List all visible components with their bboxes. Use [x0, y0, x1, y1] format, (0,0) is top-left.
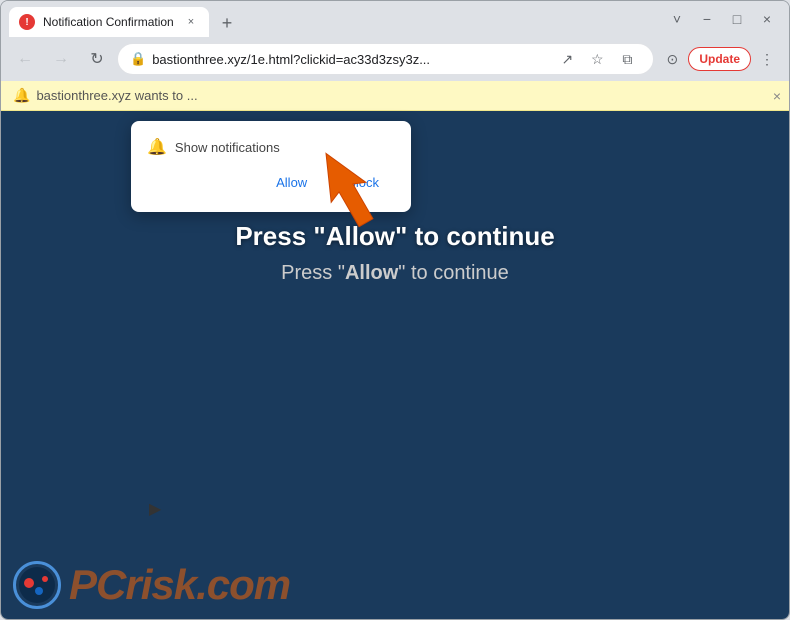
- sub-bold: Allow: [345, 262, 398, 284]
- page-main-text: Press "Allow" to continue Press "Allow" …: [1, 221, 789, 285]
- address-actions: ↗ ☆ ⧉: [553, 45, 641, 73]
- active-tab[interactable]: ! Notification Confirmation ×: [9, 7, 209, 37]
- pcrisk-icon-svg: [17, 565, 57, 605]
- bookmark-button[interactable]: ☆: [583, 45, 611, 73]
- pcrisk-text-logo: PCrisk.com: [69, 561, 290, 609]
- risk-text: risk.com: [125, 561, 290, 608]
- extensions-button[interactable]: ⧉: [613, 45, 641, 73]
- notification-bar-close[interactable]: ×: [773, 88, 781, 104]
- browser-window: ! Notification Confirmation × + ˅ − □ × …: [0, 0, 790, 620]
- sub-suffix: " to continue: [398, 262, 509, 284]
- new-tab-button[interactable]: +: [213, 9, 241, 37]
- address-bar[interactable]: 🔒 bastionthree.xyz/1e.html?clickid=ac33d…: [117, 43, 654, 75]
- mouse-cursor: ▶: [149, 499, 161, 519]
- tab-area: ! Notification Confirmation × +: [9, 1, 659, 37]
- url-text: bastionthree.xyz/1e.html?clickid=ac33d3z…: [152, 52, 547, 67]
- reload-button[interactable]: ↻: [81, 43, 113, 75]
- sub-prefix: Press ": [281, 262, 345, 284]
- close-window-button[interactable]: ×: [753, 5, 781, 33]
- notification-bar-text: bastionthree.xyz wants to ...: [36, 88, 197, 103]
- popup-site-text: Show notifications: [175, 140, 280, 155]
- pc-text: PC: [69, 561, 125, 608]
- profile-button[interactable]: ⊙: [658, 45, 686, 73]
- main-heading: Press "Allow" to continue: [1, 221, 789, 252]
- sub-heading: Press "Allow" to continue: [1, 262, 789, 285]
- tab-title: Notification Confirmation: [43, 15, 175, 29]
- notif-bar-icon: 🔔: [13, 87, 30, 104]
- update-button[interactable]: Update: [688, 47, 751, 71]
- maximize-button[interactable]: □: [723, 5, 751, 33]
- chevron-down-icon[interactable]: ˅: [663, 5, 691, 33]
- browser-actions: ⊙ Update ⋮: [658, 45, 781, 73]
- page-content: 🔔 bastionthree.xyz wants to ... × 🔔 Show…: [1, 81, 789, 619]
- share-button[interactable]: ↗: [553, 45, 581, 73]
- more-button[interactable]: ⋮: [753, 45, 781, 73]
- tab-favicon: !: [19, 14, 35, 30]
- forward-button[interactable]: →: [45, 43, 77, 75]
- tab-close-button[interactable]: ×: [183, 14, 199, 30]
- notification-bar: 🔔 bastionthree.xyz wants to ... ×: [1, 81, 789, 111]
- window-controls: ˅ − □ ×: [663, 5, 781, 33]
- lock-icon: 🔒: [130, 51, 146, 67]
- popup-bell-icon: 🔔: [147, 137, 167, 157]
- pcrisk-logo: PCrisk.com: [13, 561, 290, 609]
- back-button[interactable]: ←: [9, 43, 41, 75]
- nav-bar: ← → ↻ 🔒 bastionthree.xyz/1e.html?clickid…: [1, 37, 789, 81]
- title-bar: ! Notification Confirmation × + ˅ − □ ×: [1, 1, 789, 37]
- pcrisk-icon: [13, 561, 61, 609]
- minimize-button[interactable]: −: [693, 5, 721, 33]
